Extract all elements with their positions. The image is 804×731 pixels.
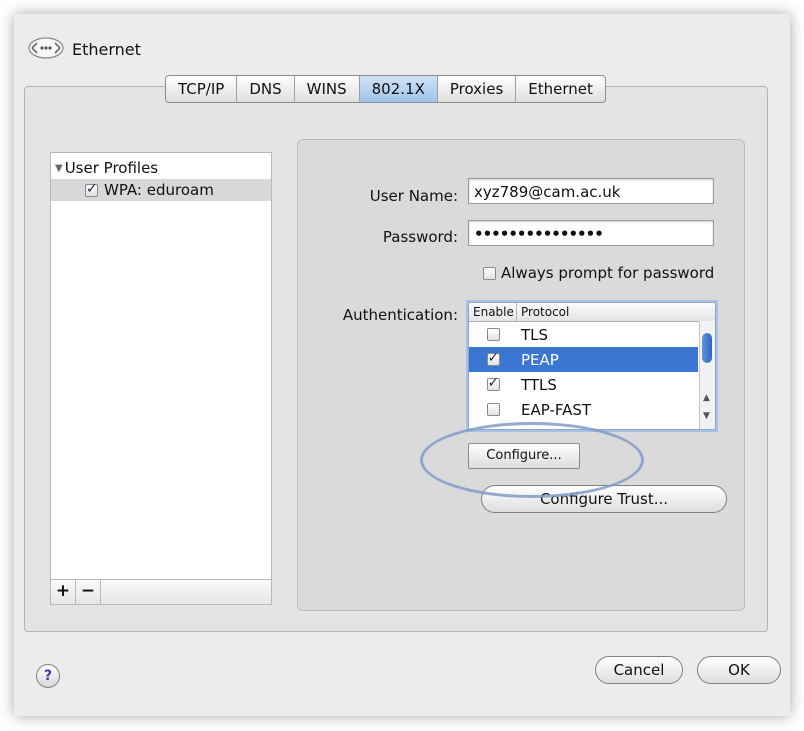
protocol-column-header[interactable]: Protocol bbox=[517, 303, 715, 321]
window-title-row: Ethernet bbox=[26, 34, 141, 64]
tab-bar: TCP/IP DNS WINS 802.1X Proxies Ethernet bbox=[165, 75, 606, 103]
always-prompt-row[interactable]: Always prompt for password bbox=[483, 264, 714, 282]
password-label: Password: bbox=[382, 228, 458, 246]
ttls-enable-checkbox[interactable] bbox=[486, 375, 500, 391]
auth-table-scrollbar[interactable]: ▲ ▼ bbox=[699, 321, 715, 429]
user-profiles-list[interactable]: ▼ User Profiles WPA: eduroam bbox=[50, 152, 272, 580]
authentication-protocol-table[interactable]: Enable Protocol TLS PEAP TTLS EAP-FAST ▲… bbox=[468, 302, 716, 430]
auth-row-ttls[interactable]: TTLS bbox=[469, 372, 698, 397]
auth-row-eap-fast[interactable]: EAP-FAST bbox=[469, 397, 698, 422]
auth-row-tls[interactable]: TLS bbox=[469, 322, 698, 347]
user-profiles-label: User Profiles bbox=[64, 159, 159, 177]
add-profile-button[interactable]: + bbox=[51, 580, 76, 604]
scroll-down-arrow-icon[interactable]: ▼ bbox=[703, 411, 710, 421]
always-prompt-label: Always prompt for password bbox=[501, 264, 715, 282]
peap-enable-checkbox[interactable] bbox=[486, 350, 500, 366]
profile-item-label: WPA: eduroam bbox=[104, 181, 214, 199]
tab-dns[interactable]: DNS bbox=[237, 76, 295, 102]
scroll-up-arrow-icon[interactable]: ▲ bbox=[703, 393, 710, 403]
tab-proxies[interactable]: Proxies bbox=[438, 76, 517, 102]
ok-button[interactable]: OK bbox=[697, 656, 781, 684]
profile-list-controls: + − bbox=[50, 579, 272, 605]
authentication-label: Authentication: bbox=[342, 306, 458, 324]
protocol-name: EAP-FAST bbox=[521, 400, 592, 419]
scrollbar-thumb[interactable] bbox=[702, 333, 712, 363]
profile-settings-panel: User Name: xyz789@cam.ac.uk Password: ••… bbox=[297, 139, 745, 611]
tls-enable-checkbox[interactable] bbox=[486, 328, 500, 341]
remove-profile-button[interactable]: − bbox=[76, 580, 101, 604]
help-button[interactable]: ? bbox=[36, 664, 60, 688]
eap-fast-enable-checkbox[interactable] bbox=[486, 403, 500, 416]
tab-8021x[interactable]: 802.1X bbox=[359, 76, 438, 102]
tab-ethernet[interactable]: Ethernet bbox=[516, 76, 605, 102]
always-prompt-checkbox[interactable] bbox=[483, 266, 496, 280]
cancel-button[interactable]: Cancel bbox=[595, 656, 683, 684]
disclosure-triangle-icon[interactable]: ▼ bbox=[55, 163, 63, 174]
username-field[interactable]: xyz789@cam.ac.uk bbox=[468, 178, 714, 204]
user-profiles-group[interactable]: ▼ User Profiles bbox=[51, 153, 271, 177]
profile-item-wpa-eduroam[interactable]: WPA: eduroam bbox=[51, 179, 271, 201]
configure-trust-button[interactable]: Configure Trust... bbox=[481, 485, 727, 513]
protocol-name: TLS bbox=[521, 325, 549, 344]
network-ethernet-icon bbox=[28, 37, 64, 59]
auth-row-peap[interactable]: PEAP bbox=[469, 347, 698, 372]
tab-tcpip[interactable]: TCP/IP bbox=[166, 76, 238, 102]
auth-table-header: Enable Protocol bbox=[469, 303, 715, 322]
tab-wins[interactable]: WINS bbox=[295, 76, 360, 102]
window-title: Ethernet bbox=[72, 39, 141, 59]
enable-column-header[interactable]: Enable bbox=[469, 303, 517, 321]
profile-enabled-checkbox[interactable] bbox=[85, 181, 98, 197]
protocol-name: TTLS bbox=[521, 375, 557, 394]
password-field[interactable]: ••••••••••••••• bbox=[468, 220, 714, 246]
protocol-name: PEAP bbox=[521, 350, 559, 369]
configure-button[interactable]: Configure... bbox=[468, 443, 580, 469]
username-label: User Name: bbox=[369, 187, 458, 205]
